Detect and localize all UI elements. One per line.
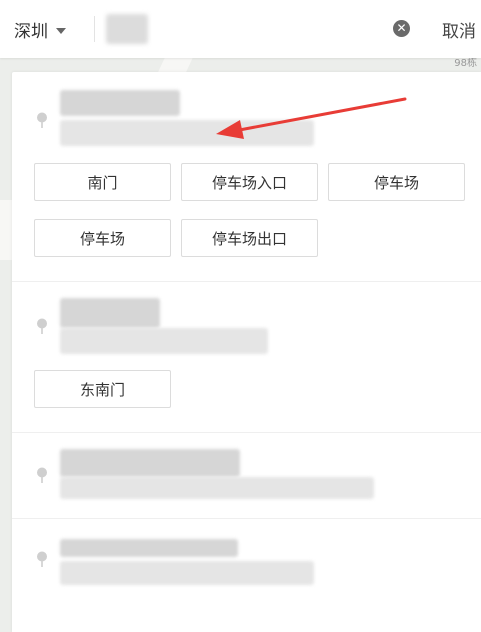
cancel-button[interactable]: 取消 — [442, 17, 476, 42]
location-pin-icon — [37, 467, 47, 483]
location-pin-icon — [37, 318, 47, 334]
result-item[interactable]: 南门 停车场入口 停车场 停车场 停车场出口 — [12, 72, 481, 282]
divider — [94, 16, 95, 42]
chevron-down-icon — [56, 27, 66, 34]
result-title-redacted — [60, 298, 160, 328]
result-address-redacted — [60, 477, 374, 499]
result-address-redacted — [60, 120, 314, 146]
location-pin-icon — [37, 551, 47, 567]
result-item[interactable] — [12, 433, 481, 519]
search-query-redacted — [106, 14, 148, 44]
result-item[interactable]: 东南门 — [12, 282, 481, 433]
result-title-redacted — [60, 539, 238, 557]
sub-point-button[interactable]: 停车场出口 — [181, 219, 318, 257]
sub-point-button[interactable]: 停车场 — [34, 219, 171, 257]
search-results-list: 南门 停车场入口 停车场 停车场 停车场出口 东南门 — [12, 72, 481, 632]
map-road — [0, 200, 12, 260]
city-selector[interactable]: 深圳 — [14, 17, 66, 42]
location-pin-icon — [37, 112, 47, 128]
clear-icon[interactable]: ✕ — [393, 20, 410, 37]
result-address-redacted — [60, 328, 268, 354]
result-title-redacted — [60, 449, 240, 477]
result-address-redacted — [60, 561, 314, 585]
city-name: 深圳 — [14, 22, 48, 42]
sub-point-button[interactable]: 停车场入口 — [181, 163, 318, 201]
sub-point-button[interactable]: 东南门 — [34, 370, 171, 408]
sub-point-button[interactable]: 停车场 — [328, 163, 465, 201]
search-bar: 深圳 ✕ 取消 — [0, 0, 481, 58]
result-title-redacted — [60, 90, 180, 116]
sub-point-button[interactable]: 南门 — [34, 163, 171, 201]
result-item[interactable] — [12, 519, 481, 609]
